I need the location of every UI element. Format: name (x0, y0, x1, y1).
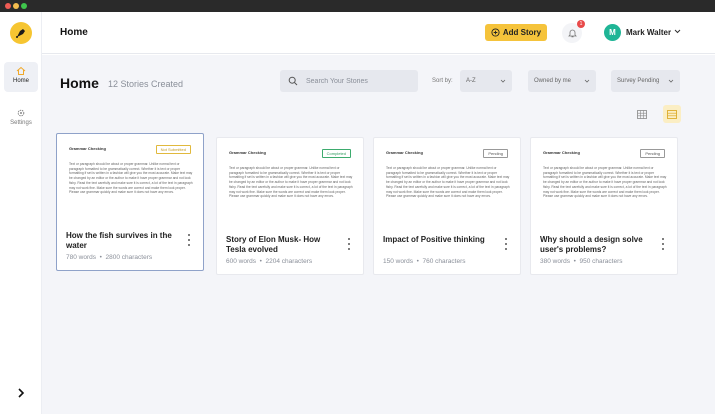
status-badge: Pending (640, 149, 665, 158)
sidebar-item-home[interactable]: Home (4, 62, 38, 92)
status-badge: Completed (321, 149, 351, 158)
story-card[interactable]: Grammar Checking Not Submitted Text or p… (56, 133, 204, 271)
doc-label: Grammar Checking (543, 150, 580, 155)
doc-label: Grammar Checking (69, 146, 106, 151)
avatar[interactable]: M (604, 24, 621, 41)
story-card[interactable]: Grammar Checking Pending Text or paragra… (373, 137, 521, 275)
app-logo[interactable] (10, 22, 32, 44)
story-meta: 380 words • 950 characters (540, 258, 623, 265)
notification-badge: 1 (577, 20, 585, 28)
search-box[interactable] (280, 70, 418, 92)
maximize-window-button[interactable] (21, 3, 27, 9)
story-meta: 150 words • 760 characters (383, 258, 466, 265)
doc-excerpt: Text or paragraph should be about or pro… (229, 166, 353, 199)
chevron-down-icon (500, 79, 506, 83)
doc-label: Grammar Checking (386, 150, 423, 155)
doc-excerpt: Text or paragraph should be about or pro… (386, 166, 510, 199)
top-header: Home Add Story 1 M Mark Walter (42, 12, 715, 54)
more-options-icon[interactable] (347, 238, 351, 250)
story-title[interactable]: Why should a design solve user's problem… (540, 235, 650, 255)
sidebar: Home Settings (0, 12, 42, 414)
status-filter-value: Survey Pending (617, 78, 660, 84)
chevron-down-icon (668, 79, 674, 83)
story-title[interactable]: Impact of Positive thinking (383, 235, 493, 245)
more-options-icon[interactable] (187, 234, 191, 246)
status-filter-select[interactable]: Survey Pending (611, 70, 680, 92)
bell-icon (567, 29, 577, 38)
header-title: Home (60, 27, 88, 38)
home-icon (16, 66, 26, 75)
doc-excerpt: Text or paragraph should be about or pro… (69, 162, 193, 195)
word-count: 600 words (226, 258, 256, 265)
chevron-down-icon (584, 79, 590, 83)
grid-view-button[interactable] (663, 105, 681, 123)
meta-separator: • (97, 254, 104, 261)
sort-by-label: Sort by: (432, 78, 453, 84)
add-story-label: Add Story (502, 28, 542, 37)
doc-label: Grammar Checking (229, 150, 266, 155)
story-meta: 600 words • 2204 characters (226, 258, 312, 265)
window-titlebar (0, 0, 715, 12)
search-input[interactable] (306, 77, 406, 85)
meta-separator: • (414, 258, 421, 265)
user-name[interactable]: Mark Walter (626, 28, 671, 37)
gear-icon (17, 109, 25, 117)
status-badge: Pending (483, 149, 508, 158)
pen-nib-icon (16, 29, 25, 38)
word-count: 380 words (540, 258, 570, 265)
list-view-button[interactable] (633, 105, 651, 123)
story-title[interactable]: Story of Elon Musk- How Tesla evolved (226, 235, 336, 255)
sidebar-expand-button[interactable] (14, 386, 28, 400)
doc-excerpt: Text or paragraph should be about or pro… (543, 166, 667, 199)
meta-separator: • (257, 258, 264, 265)
chevron-down-icon[interactable] (674, 29, 681, 34)
character-count: 760 characters (422, 258, 466, 265)
sidebar-item-label: Home (12, 78, 29, 84)
story-meta: 780 words • 2800 characters (66, 254, 152, 261)
owner-filter-value: Owned by me (534, 78, 572, 84)
grid-view-icon (667, 109, 677, 119)
character-count: 950 characters (579, 258, 623, 265)
close-window-button[interactable] (5, 3, 11, 9)
word-count: 780 words (66, 254, 96, 261)
more-options-icon[interactable] (504, 238, 508, 250)
character-count: 2204 characters (265, 258, 313, 265)
chevron-right-icon (18, 388, 25, 398)
story-title[interactable]: How the fish survives in the water (66, 231, 176, 251)
word-count: 150 words (383, 258, 413, 265)
meta-separator: • (571, 258, 578, 265)
story-count: 12 Stories Created (108, 79, 184, 89)
sidebar-item-settings[interactable]: Settings (4, 104, 38, 134)
notifications-button[interactable]: 1 (562, 20, 585, 43)
story-card[interactable]: Grammar Checking Pending Text or paragra… (530, 137, 678, 275)
list-view-icon (637, 109, 647, 119)
story-card[interactable]: Grammar Checking Completed Text or parag… (216, 137, 364, 275)
sort-select[interactable]: A-Z (460, 70, 512, 92)
page-title: Home (60, 75, 99, 91)
character-count: 2800 characters (105, 254, 153, 261)
plus-circle-icon (491, 28, 500, 37)
minimize-window-button[interactable] (13, 3, 19, 9)
more-options-icon[interactable] (661, 238, 665, 250)
add-story-button[interactable]: Add Story (485, 24, 547, 41)
search-icon (288, 76, 298, 86)
sort-value: A-Z (466, 78, 476, 84)
status-badge: Not Submitted (155, 145, 191, 154)
owner-filter-select[interactable]: Owned by me (528, 70, 596, 92)
sidebar-item-label: Settings (10, 120, 32, 126)
